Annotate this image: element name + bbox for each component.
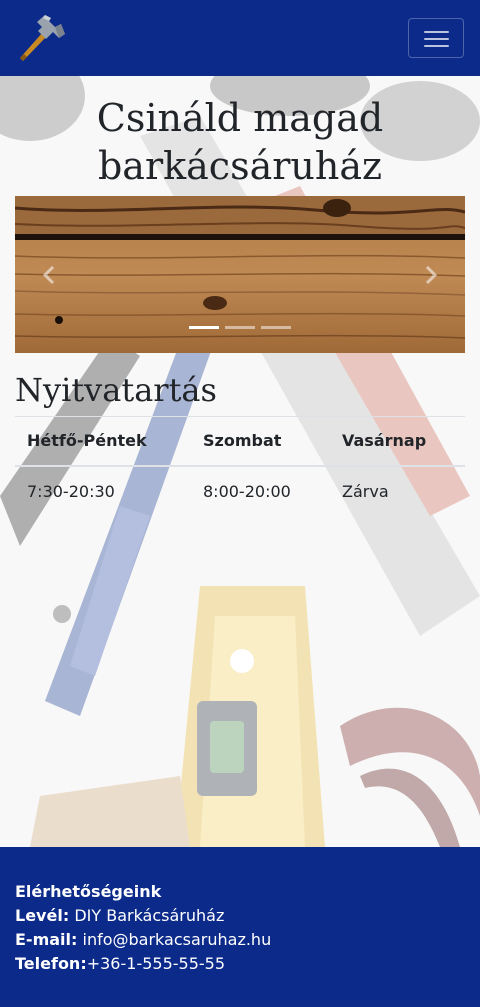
- mail-label: Levél:: [15, 906, 70, 925]
- contact-mail-line: Levél: DIY Barkácsáruház: [15, 904, 465, 928]
- table-cell: 8:00-20:00: [203, 481, 291, 501]
- carousel-indicators: [15, 326, 465, 329]
- phone-value: +36-1-555-55-55: [86, 954, 226, 973]
- carousel-indicator-3[interactable]: [261, 326, 291, 329]
- footer: Elérhetőségeink Levél: DIY Barkácsáruház…: [0, 847, 480, 1007]
- hammer-icon: [20, 15, 65, 61]
- email-link[interactable]: info@barkacsaruhaz.hu: [83, 930, 272, 949]
- carousel-prev-button[interactable]: [15, 196, 85, 353]
- opening-hours-title: Nyitvatartás: [15, 371, 217, 409]
- image-carousel[interactable]: [15, 196, 465, 353]
- chevron-left-icon: [42, 265, 55, 284]
- email-label: E-mail:: [15, 930, 78, 949]
- carousel-indicator-1[interactable]: [189, 326, 219, 329]
- brand-logo[interactable]: [15, 12, 67, 64]
- carousel-next-button[interactable]: [395, 196, 465, 353]
- table-cell: Zárva: [342, 481, 389, 501]
- mail-value: DIY Barkácsáruház: [74, 906, 225, 925]
- carousel-indicator-2[interactable]: [225, 326, 255, 329]
- contact-heading: Elérhetőségeink: [15, 882, 162, 901]
- navbar: [0, 0, 480, 76]
- column-header: Vasárnap: [330, 416, 465, 467]
- table-row: 7:30-20:30 8:00-20:00 Zárva: [15, 466, 465, 516]
- contact-email-line: E-mail: info@barkacsaruhaz.hu: [15, 928, 465, 952]
- column-header: Szombat: [191, 416, 330, 467]
- table-cell: 7:30-20:30: [27, 481, 115, 501]
- phone-label: Telefon:: [15, 954, 87, 973]
- navbar-toggle-button[interactable]: [408, 18, 464, 58]
- chevron-right-icon: [425, 265, 438, 284]
- page-title: Csináld magad barkácsáruház: [96, 96, 384, 188]
- main-content: Csináld magad barkácsáruház Nyitvatartás…: [0, 76, 480, 847]
- table-header-row: Hétfő-Péntek Szombat Vasárnap: [15, 416, 465, 467]
- column-header: Hétfő-Péntek: [15, 416, 191, 467]
- opening-hours-table: Hétfő-Péntek Szombat Vasárnap 7:30-20:30…: [15, 416, 465, 516]
- contact-phone-line: Telefon:+36-1-555-55-55: [15, 952, 465, 976]
